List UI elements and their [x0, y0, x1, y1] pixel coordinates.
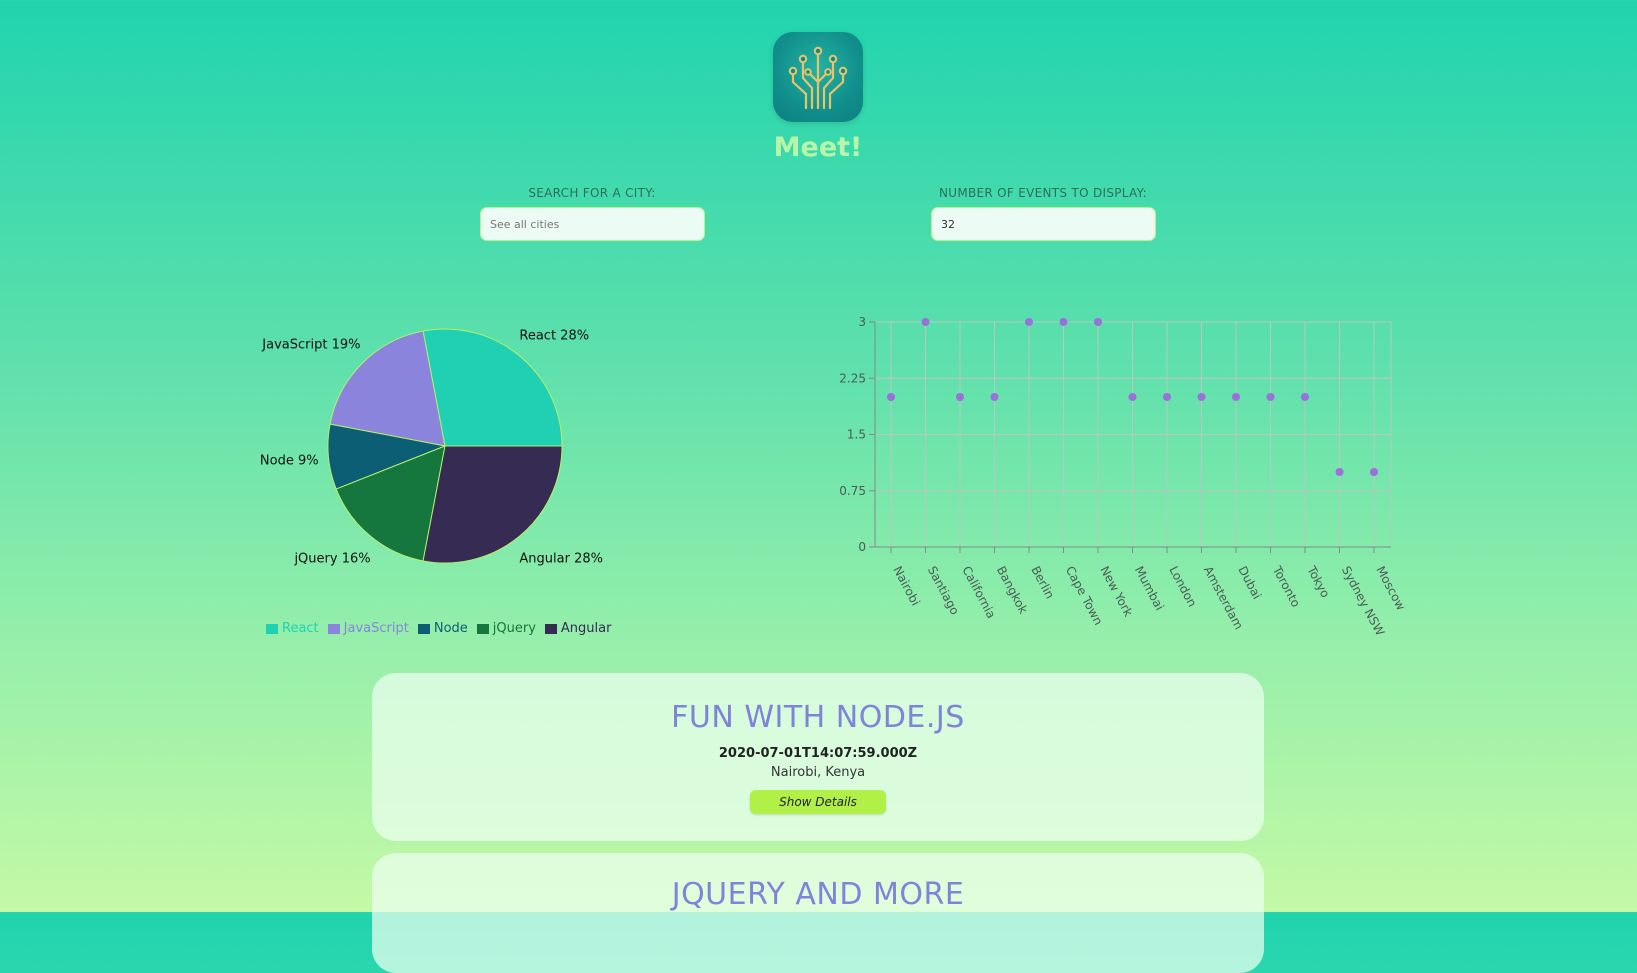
- scatter-point-toronto[interactable]: [1266, 393, 1275, 401]
- legend-label-javascript: JavaScript: [343, 621, 409, 636]
- scatter-point-tokyo[interactable]: [1301, 393, 1309, 401]
- events-count-label: NUMBER OF EVENTS TO DISPLAY:: [939, 186, 1147, 200]
- show-details-button[interactable]: Show Details: [750, 790, 886, 814]
- x-tick-label-tokyo: Tokyo: [1304, 563, 1333, 600]
- legend-swatch-jquery: [476, 623, 489, 634]
- x-tick-label-moscow: Moscow: [1373, 564, 1408, 613]
- scatter-point-moscow[interactable]: [1370, 468, 1378, 476]
- scatter-point-sydney-nsw[interactable]: [1335, 468, 1344, 476]
- city-search-input[interactable]: [480, 207, 705, 241]
- x-tick-label-toronto: Toronto: [1269, 563, 1303, 610]
- pie-label-react: React 28%: [519, 328, 589, 343]
- y-tick-label: 3: [858, 315, 866, 329]
- legend-swatch-javascript: [327, 623, 340, 634]
- event-card: JQUERY AND MORE: [372, 853, 1264, 973]
- pie-label-jquery: jQuery 16%: [293, 552, 370, 567]
- y-tick-label: 0: [858, 540, 866, 554]
- scatter-point-london[interactable]: [1163, 393, 1171, 401]
- scatter-point-nairobi[interactable]: [887, 393, 895, 401]
- pie-label-javascript: JavaScript 19%: [261, 338, 360, 353]
- x-tick-label-california: California: [959, 564, 998, 621]
- legend-label-angular: Angular: [560, 621, 612, 636]
- y-tick-label: 1.5: [847, 428, 866, 442]
- legend-label-jquery: jQuery: [492, 621, 536, 636]
- scatter-point-new-york[interactable]: [1094, 318, 1102, 326]
- x-tick-label-nairobi: Nairobi: [890, 564, 922, 608]
- x-tick-label-london: London: [1166, 564, 1199, 609]
- legend-item-node[interactable]: Node: [417, 621, 468, 636]
- scatter-point-dubai[interactable]: [1232, 393, 1240, 401]
- x-tick-label-new-york: New York: [1097, 564, 1135, 619]
- app-logo: [773, 32, 863, 122]
- scatter-point-santiago[interactable]: [921, 318, 930, 326]
- scatter-point-bangkok[interactable]: [990, 393, 999, 401]
- legend-label-node: Node: [433, 621, 468, 636]
- app-title: Meet!: [773, 132, 863, 163]
- x-tick-label-santiago: Santiago: [925, 564, 962, 617]
- legend-swatch-node: [417, 623, 430, 634]
- genre-pie-chart: React 28% JavaScript 19% Node 9% jQuery 16%…: [260, 328, 603, 567]
- legend-item-jquery[interactable]: jQuery: [476, 621, 536, 636]
- event-start-time: 2020-07-01T14:07:59.000Z: [718, 746, 918, 761]
- pie-legend: React JavaScript Node jQuery Angular: [266, 621, 611, 636]
- events-per-city-scatter-chart: 0 0.75 1.5 2.25 3 Nairobi SantiagoCaliforniaBa…: [839, 315, 1408, 638]
- city-search-label: SEARCH FOR A CITY:: [528, 186, 656, 200]
- legend-label-react: React: [282, 621, 319, 636]
- legend-swatch-react: [266, 623, 278, 634]
- x-tick-label-bangkok: Bangkok: [994, 564, 1031, 616]
- legend-item-react[interactable]: React: [266, 621, 319, 636]
- event-location: Nairobi, Kenya: [770, 765, 866, 780]
- scatter-point-amsterdam[interactable]: [1197, 393, 1206, 401]
- scatter-point-cape-town[interactable]: [1059, 318, 1068, 326]
- circuit-tree-icon: [788, 46, 848, 110]
- x-tick-label-berlin: Berlin: [1028, 564, 1057, 601]
- pie-label-angular: Angular 28%: [519, 552, 603, 567]
- scatter-point-california[interactable]: [956, 393, 964, 401]
- scatter-point-berlin[interactable]: [1025, 318, 1033, 326]
- event-card: FUN WITH NODE.JS 2020-07-01T14:07:59.000…: [372, 673, 1264, 841]
- legend-item-angular[interactable]: Angular: [544, 621, 612, 636]
- events-count-input[interactable]: [931, 207, 1156, 241]
- legend-swatch-angular: [544, 623, 557, 634]
- x-tick-label-mumbai: Mumbai: [1132, 564, 1167, 613]
- x-tick-label-dubai: Dubai: [1235, 564, 1264, 602]
- y-tick-label: 0.75: [839, 484, 866, 498]
- event-title: JQUERY AND MORE: [671, 877, 965, 912]
- legend-item-javascript[interactable]: JavaScript: [327, 621, 409, 636]
- y-tick-label: 2.25: [839, 371, 866, 385]
- pie-slice-angular[interactable]: [422, 445, 563, 564]
- event-title: FUN WITH NODE.JS: [671, 700, 965, 735]
- scatter-point-mumbai[interactable]: [1128, 393, 1137, 401]
- pie-slice-react[interactable]: [422, 328, 563, 447]
- pie-label-node: Node 9%: [260, 454, 319, 469]
